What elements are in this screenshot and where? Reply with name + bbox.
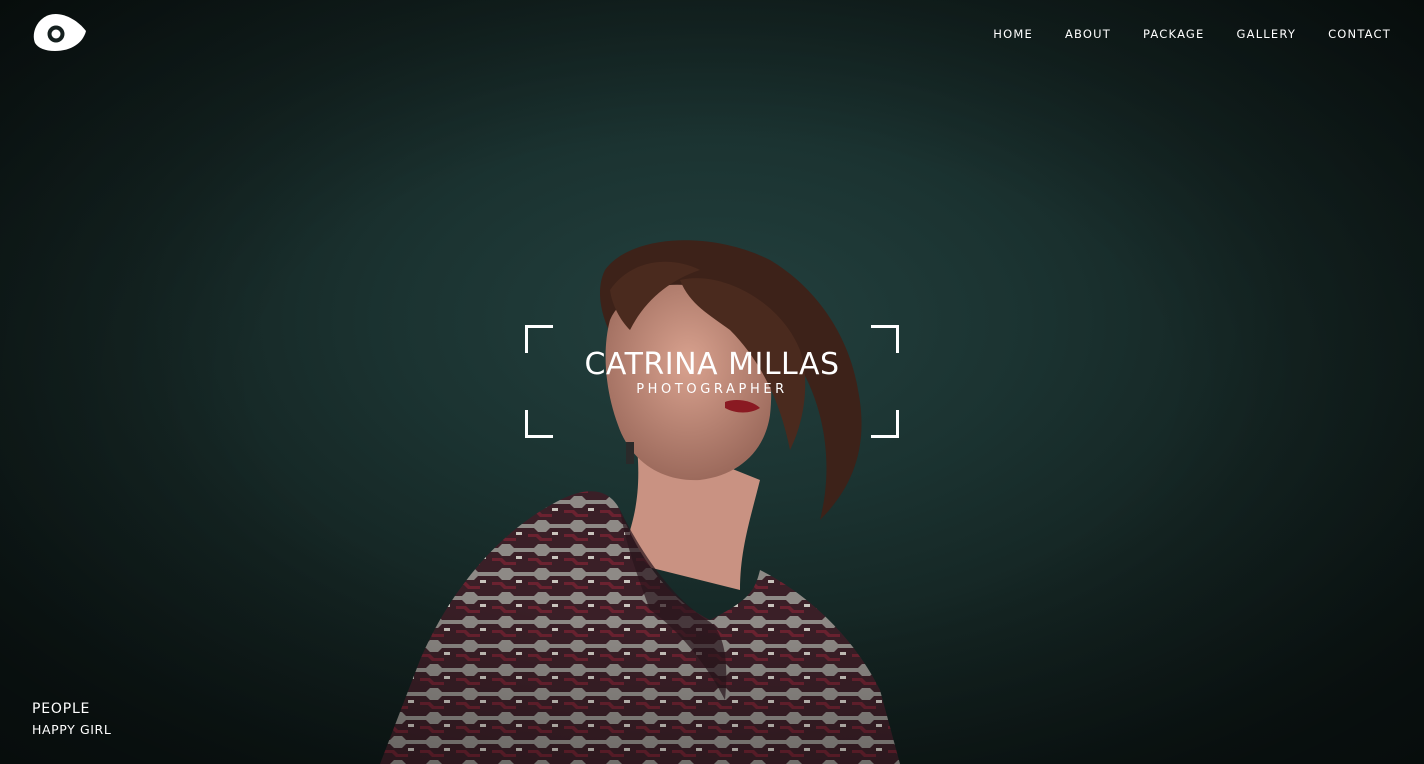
photographer-role: PHOTOGRAPHER — [636, 382, 788, 397]
nav-home[interactable]: HOME — [993, 27, 1033, 41]
main-nav: HOME ABOUT PACKAGE GALLERY CONTACT — [993, 27, 1391, 41]
photographer-name: CATRINA MILLAS — [584, 347, 840, 382]
nav-about[interactable]: ABOUT — [1065, 27, 1111, 41]
nav-contact[interactable]: CONTACT — [1328, 27, 1391, 41]
logo-eye-icon[interactable] — [31, 13, 87, 53]
hero-photo — [380, 240, 900, 764]
frame-corner-bottom-left — [525, 410, 553, 438]
caption-title: HAPPY GIRL — [32, 722, 112, 737]
photo-caption: PEOPLE HAPPY GIRL — [32, 700, 111, 739]
caption-category: PEOPLE — [32, 701, 91, 717]
title-frame: CATRINA MILLAS PHOTOGRAPHER — [525, 325, 899, 438]
frame-corner-bottom-right — [871, 410, 899, 438]
title-block: CATRINA MILLAS PHOTOGRAPHER — [525, 347, 899, 398]
nav-package[interactable]: PACKAGE — [1143, 27, 1204, 41]
nav-gallery[interactable]: GALLERY — [1237, 27, 1297, 41]
hero-section: HOME ABOUT PACKAGE GALLERY CONTACT CATRI… — [0, 0, 1424, 764]
